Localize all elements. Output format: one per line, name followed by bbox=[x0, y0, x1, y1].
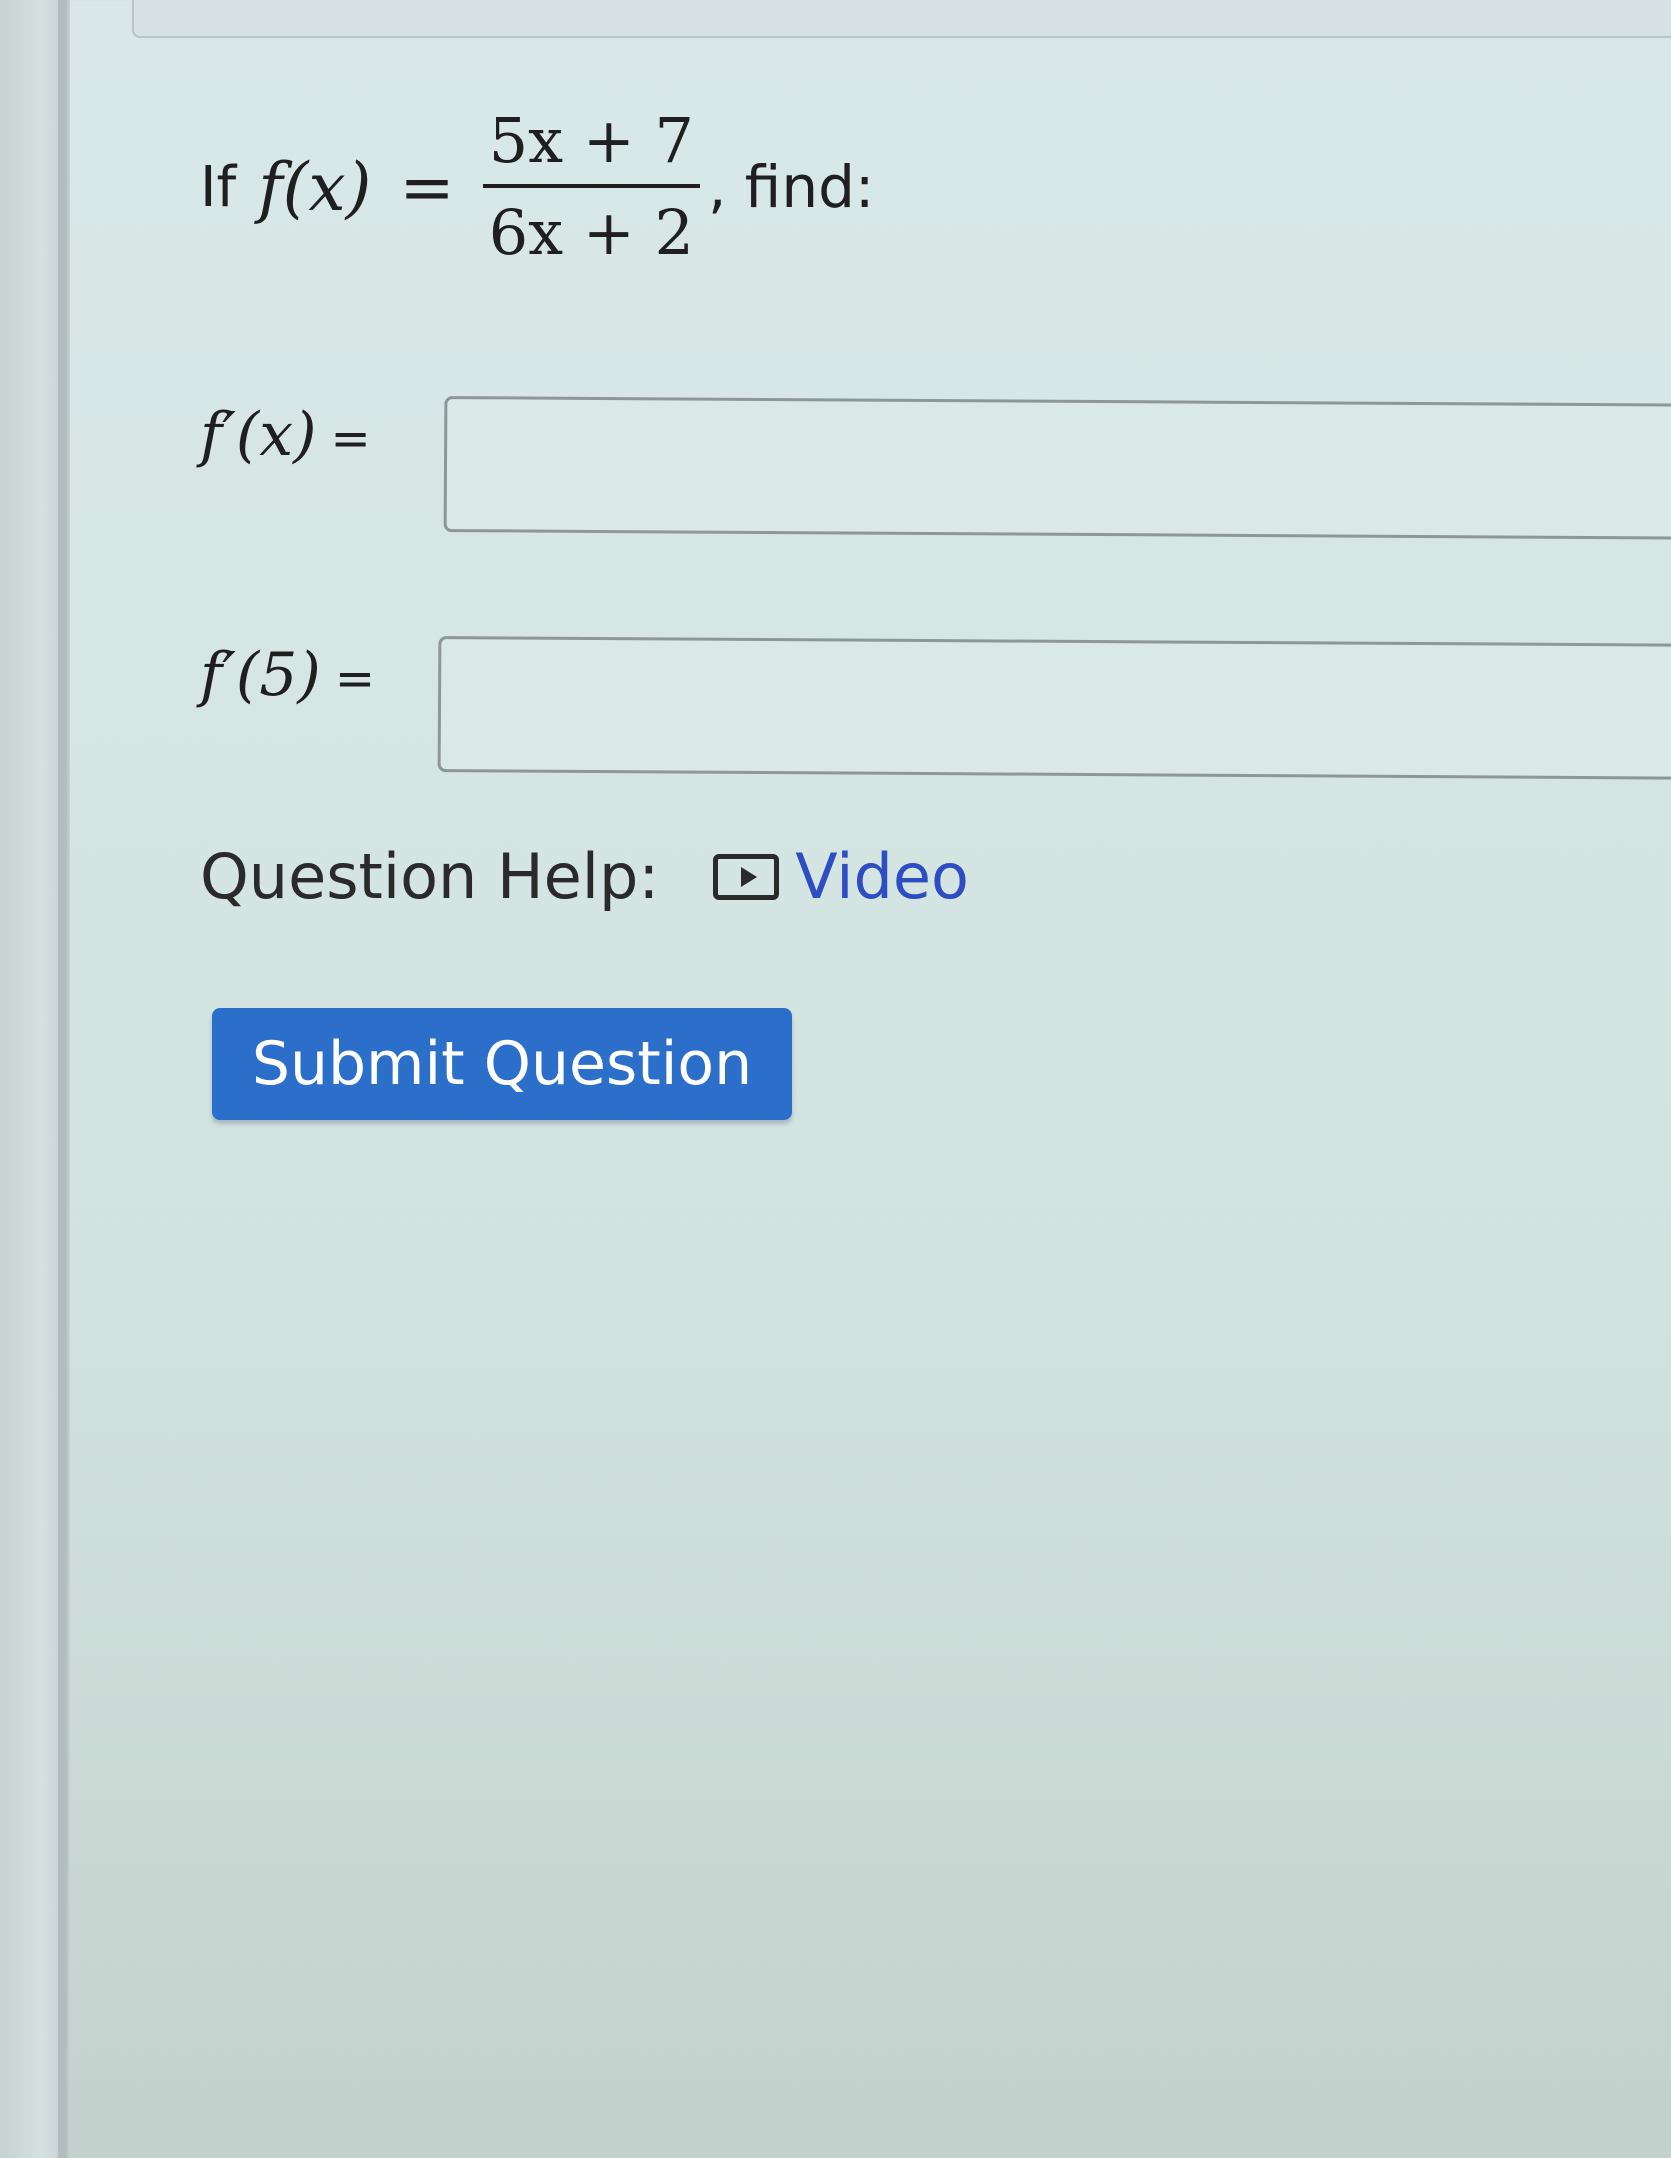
question-help: Question Help: Video bbox=[200, 840, 969, 913]
answer-row-derivative-at-5: f′(5) = bbox=[200, 640, 440, 710]
answer-label-equals: = bbox=[330, 411, 371, 467]
fraction-numerator: 5x + 7 bbox=[488, 104, 694, 177]
answer-label-derivative: f′(x) = bbox=[200, 400, 440, 470]
answer-label-derivative-at-5: f′(5) = bbox=[200, 640, 440, 710]
rail-divider bbox=[58, 0, 66, 2158]
answer-label-equals: = bbox=[334, 651, 376, 707]
derivative-input[interactable] bbox=[443, 396, 1671, 540]
fraction: 5x + 7 6x + 2 bbox=[482, 104, 700, 269]
video-link-label: Video bbox=[795, 840, 969, 913]
answer-label-fn: f′(x) bbox=[200, 400, 317, 470]
play-video-icon bbox=[713, 853, 780, 900]
equals-sign: = bbox=[399, 148, 455, 226]
function-name: f(x) bbox=[258, 148, 372, 226]
answer-row-derivative: f′(x) = bbox=[200, 400, 440, 470]
submit-question-button[interactable]: Submit Question bbox=[212, 1008, 792, 1120]
derivative-at-5-input[interactable] bbox=[437, 636, 1671, 780]
answer-label-fn: f′(5) bbox=[200, 640, 321, 710]
question-prefix: If bbox=[200, 154, 237, 220]
video-link[interactable]: Video bbox=[713, 840, 969, 913]
question-suffix: , find: bbox=[707, 153, 875, 221]
question-text: If f(x) = 5x + 7 6x + 2 , find: bbox=[200, 110, 874, 264]
top-panel bbox=[132, 0, 1671, 38]
question-help-label: Question Help: bbox=[200, 840, 660, 913]
fraction-denominator: 6x + 2 bbox=[488, 196, 694, 269]
